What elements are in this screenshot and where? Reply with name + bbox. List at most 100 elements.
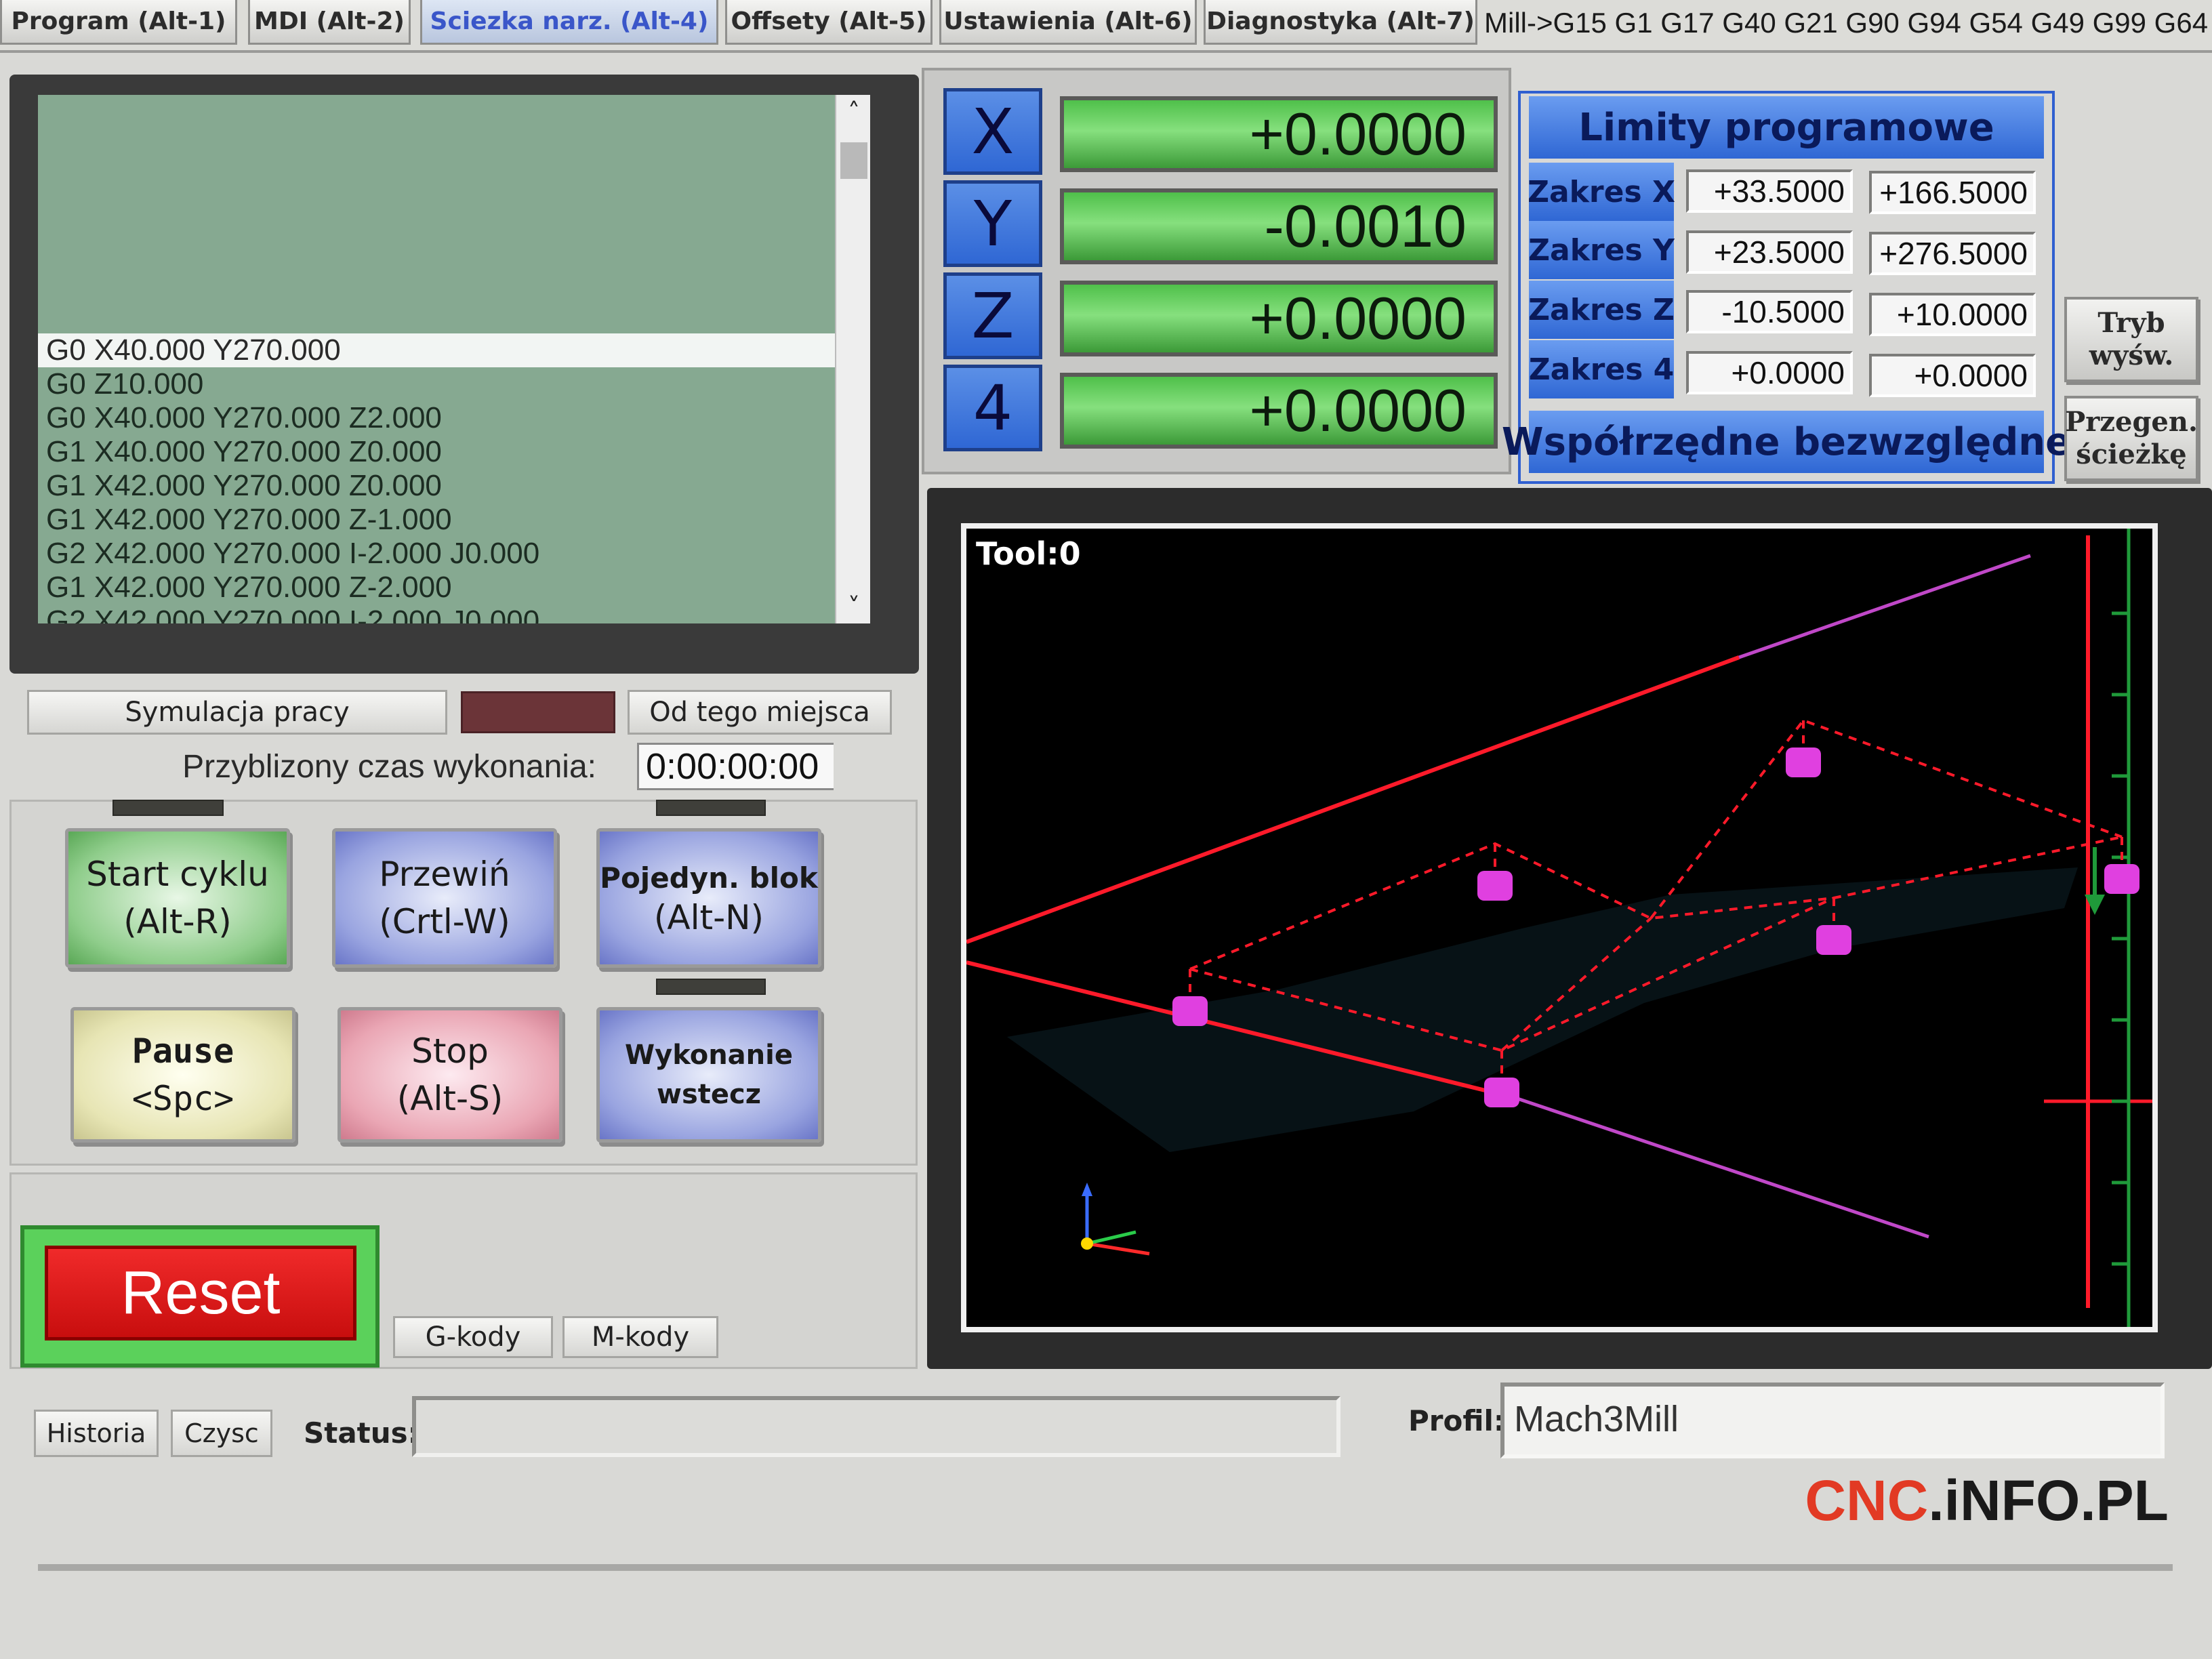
limit-label-x: Zakres X xyxy=(1528,163,1675,221)
gcode-line[interactable]: G1 X40.000 Y270.000 Z0.000 xyxy=(38,435,835,469)
modal-gcode-status: Mill->G15 G1 G17 G40 G21 G90 G94 G54 G49… xyxy=(1484,7,2212,39)
reverse-run-label: Wykonanie xyxy=(625,1040,793,1071)
limit-label-z: Zakres Z xyxy=(1528,281,1675,339)
boundary-line xyxy=(966,655,1740,944)
gcode-line[interactable]: G0 Z10.000 xyxy=(38,367,835,401)
stop-button[interactable]: Stop (Alt-S) xyxy=(337,1007,562,1143)
ruler-ticks xyxy=(2112,611,2129,1266)
boundary-line xyxy=(1515,1096,1929,1239)
limit-label-4: Zakres 4 xyxy=(1529,340,1674,398)
tab-toolpath[interactable]: Sciezka narz. (Alt-4) xyxy=(420,0,718,45)
clear-button[interactable]: Czysc xyxy=(171,1410,272,1457)
axis-label-y[interactable]: Y xyxy=(943,180,1042,267)
limit-y-max[interactable]: +276.5000 xyxy=(1869,232,2036,275)
status-label: Status: xyxy=(304,1416,419,1450)
regenerate-label: Przegen. xyxy=(2065,406,2198,438)
gcode-line[interactable]: G2 X42.000 Y270.000 I-2.000 J0.000 xyxy=(38,537,835,571)
absolute-coords-indicator: Współrzędne bezwzględne xyxy=(1502,411,2071,473)
simulate-button[interactable]: Symulacja pracy xyxy=(27,690,447,735)
pause-shortcut: <Spc> xyxy=(131,1079,234,1118)
reverse-run-led xyxy=(656,979,766,995)
gcode-line[interactable]: G1 X42.000 Y270.000 Z-2.000 xyxy=(38,571,835,605)
program-listing[interactable]: G0 X40.000 Y270.000 G0 Z10.000 G0 X40.00… xyxy=(38,95,835,623)
scroll-thumb[interactable] xyxy=(840,142,867,179)
scroll-down-icon[interactable]: ˅ xyxy=(836,590,872,623)
single-block-shortcut: (Alt-N) xyxy=(653,898,764,937)
limit-x-max[interactable]: +166.5000 xyxy=(1869,171,2036,214)
profile-field: Mach3Mill xyxy=(1500,1382,2165,1458)
brand-logo: CNC.iNFO.PL xyxy=(1776,1468,2169,1536)
dro-4[interactable]: +0.0000 xyxy=(1060,373,1498,449)
reverse-run-label-2: wstecz xyxy=(656,1079,761,1110)
tool-marker xyxy=(1484,1078,1519,1107)
dro-x[interactable]: +0.0000 xyxy=(1060,96,1498,172)
toolpath-view[interactable]: Tool:0 xyxy=(961,523,2158,1332)
regenerate-toolpath-button[interactable]: Przegen. ścieżkę xyxy=(2064,396,2198,481)
status-field xyxy=(412,1396,1340,1457)
start-cycle-button[interactable]: Start cyklu (Alt-R) xyxy=(65,828,290,968)
brand-part-1: CNC xyxy=(1805,1469,1929,1532)
rewind-label: Przewiń xyxy=(379,855,510,894)
reset-button[interactable]: Reset xyxy=(45,1246,356,1340)
simulation-led xyxy=(461,691,615,733)
single-block-label: Pojedyn. blok xyxy=(600,861,818,895)
axis-label-z[interactable]: Z xyxy=(943,272,1042,359)
limit-4-max[interactable]: +0.0000 xyxy=(1869,354,2036,397)
scroll-up-icon[interactable]: ˄ xyxy=(836,95,872,129)
single-block-button[interactable]: Pojedyn. blok (Alt-N) xyxy=(596,828,821,968)
brand-part-2: .iNFO.PL xyxy=(1928,1469,2169,1532)
display-mode-button[interactable]: Tryb wyśw. xyxy=(2064,297,2198,382)
stop-shortcut: (Alt-S) xyxy=(396,1079,504,1118)
limit-label-y: Zakres Y xyxy=(1528,221,1675,279)
rewind-shortcut: (Crtl-W) xyxy=(379,902,510,941)
gcode-line-current[interactable]: G0 X40.000 Y270.000 xyxy=(38,333,835,367)
bottom-divider xyxy=(38,1564,2173,1571)
history-button[interactable]: Historia xyxy=(34,1410,159,1457)
axis-label-4[interactable]: 4 xyxy=(943,365,1042,451)
toolpath-drawing xyxy=(966,529,2152,1327)
limit-z-max[interactable]: +10.0000 xyxy=(1869,293,2036,336)
tab-settings[interactable]: Ustawienia (Alt-6) xyxy=(939,0,1197,45)
estimated-time-label: Przyblizony czas wykonania: xyxy=(182,749,596,785)
limit-z-min[interactable]: -10.5000 xyxy=(1686,290,1853,333)
display-mode-label: Tryb xyxy=(2097,307,2165,339)
tool-marker xyxy=(1816,925,1851,955)
tool-marker xyxy=(1786,747,1821,777)
pause-button[interactable]: Pause <Spc> xyxy=(70,1007,295,1143)
limit-y-min[interactable]: +23.5000 xyxy=(1686,230,1853,274)
limit-x-min[interactable]: +33.5000 xyxy=(1686,169,1853,213)
start-cycle-led xyxy=(112,800,224,816)
mcodes-button[interactable]: M-kody xyxy=(562,1316,718,1358)
display-mode-label-2: wyśw. xyxy=(2089,340,2174,371)
gcode-line[interactable]: G0 X40.000 Y270.000 Z2.000 xyxy=(38,401,835,435)
tab-offsets[interactable]: Offsety (Alt-5) xyxy=(725,0,933,45)
axis-label-x[interactable]: X xyxy=(943,88,1042,175)
tool-marker xyxy=(1477,871,1513,901)
axis-gizmo-icon xyxy=(1081,1183,1150,1256)
dro-z[interactable]: +0.0000 xyxy=(1060,281,1498,356)
gcode-line[interactable]: G1 X42.000 Y270.000 Z-1.000 xyxy=(38,503,835,537)
tab-program[interactable]: Program (Alt-1) xyxy=(0,0,237,45)
tool-marker xyxy=(1172,996,1208,1026)
dro-y[interactable]: -0.0010 xyxy=(1060,188,1498,264)
gcodes-button[interactable]: G-kody xyxy=(393,1316,553,1358)
gcode-line[interactable]: G1 X42.000 Y270.000 Z0.000 xyxy=(38,469,835,503)
reverse-run-button[interactable]: Wykonanie wstecz xyxy=(596,1007,821,1143)
start-cycle-shortcut: (Alt-R) xyxy=(123,902,232,941)
profile-label: Profil: xyxy=(1408,1404,1505,1437)
table-plane xyxy=(1007,867,2078,1152)
soft-limits-title: Limity programowe xyxy=(1529,96,2044,159)
stop-label: Stop xyxy=(411,1031,489,1071)
run-from-here-button[interactable]: Od tego miejsca xyxy=(628,690,892,735)
boundary-line xyxy=(1738,554,2031,659)
tab-bar: Program (Alt-1) MDI (Alt-2) Sciezka narz… xyxy=(0,0,2212,53)
single-block-led xyxy=(656,800,766,816)
gcode-line[interactable]: G2 X42.000 Y270.000 I-2.000 J0.000 xyxy=(38,605,835,623)
tab-diagnostics[interactable]: Diagnostyka (Alt-7) xyxy=(1204,0,1477,45)
estimated-time-value: 0:00:00:00 xyxy=(637,743,834,790)
listing-scrollbar[interactable]: ˄ ˅ xyxy=(835,95,870,623)
rewind-button[interactable]: Przewiń (Crtl-W) xyxy=(332,828,557,968)
limit-4-min[interactable]: +0.0000 xyxy=(1686,351,1853,394)
pause-label: Pause xyxy=(131,1031,234,1071)
tab-mdi[interactable]: MDI (Alt-2) xyxy=(248,0,411,45)
